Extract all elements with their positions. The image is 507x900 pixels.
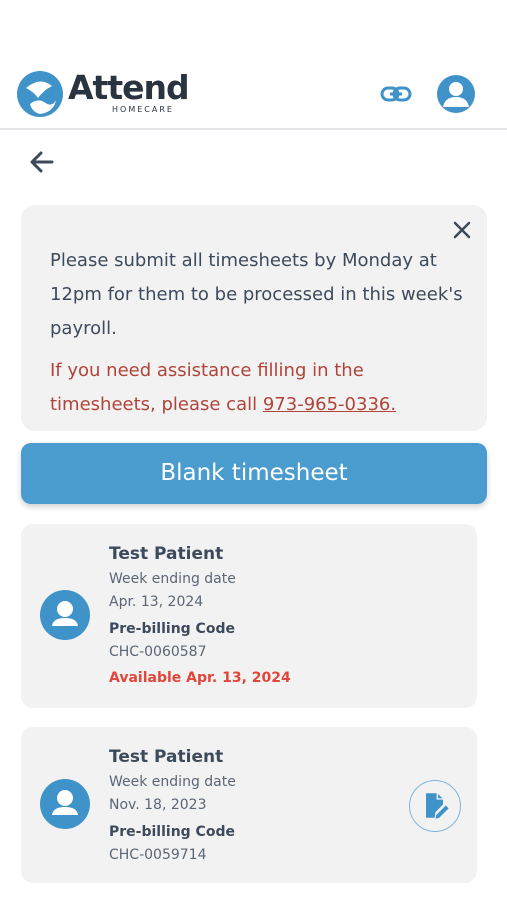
close-icon[interactable]	[450, 218, 474, 242]
patient-name: Test Patient	[109, 544, 224, 564]
user-icon	[52, 601, 78, 626]
logo-subtitle: HOMECARE	[112, 105, 174, 114]
patient-avatar	[40, 590, 90, 640]
back-arrow-icon[interactable]	[28, 148, 56, 176]
attend-homecare-logo: Attend HOMECARE	[16, 68, 196, 120]
profile-avatar-button[interactable]	[437, 75, 475, 113]
pre-billing-label: Pre-billing Code	[109, 824, 235, 840]
user-icon	[52, 790, 78, 815]
support-phone-link[interactable]: 973-965-0336.	[263, 394, 396, 415]
patient-name: Test Patient	[109, 747, 224, 767]
week-ending-label: Week ending date	[109, 774, 236, 790]
week-ending-date: Apr. 13, 2024	[109, 594, 204, 610]
notice-help-text: If you need assistance filling in the ti…	[50, 354, 470, 422]
patient-avatar	[40, 779, 90, 829]
pre-billing-code: CHC-0060587	[109, 644, 207, 660]
logo-mark-icon	[17, 71, 63, 117]
logo-word: Attend	[68, 68, 190, 107]
edit-document-icon	[426, 793, 449, 819]
availability-status: Available Apr. 13, 2024	[109, 670, 291, 686]
blank-timesheet-button[interactable]: Blank timesheet	[21, 443, 487, 504]
pre-billing-label: Pre-billing Code	[109, 621, 235, 637]
timesheet-card[interactable]: Test Patient Week ending date Apr. 13, 2…	[21, 524, 477, 708]
notice-message: Please submit all timesheets by Monday a…	[50, 250, 463, 339]
pre-billing-code: CHC-0059714	[109, 847, 207, 863]
link-icon[interactable]	[380, 80, 412, 108]
user-icon	[443, 82, 469, 107]
edit-timesheet-button[interactable]	[409, 780, 461, 832]
app-header: Attend HOMECARE	[0, 0, 507, 130]
week-ending-label: Week ending date	[109, 571, 236, 587]
week-ending-date: Nov. 18, 2023	[109, 797, 207, 813]
timesheet-card[interactable]: Test Patient Week ending date Nov. 18, 2…	[21, 727, 477, 883]
